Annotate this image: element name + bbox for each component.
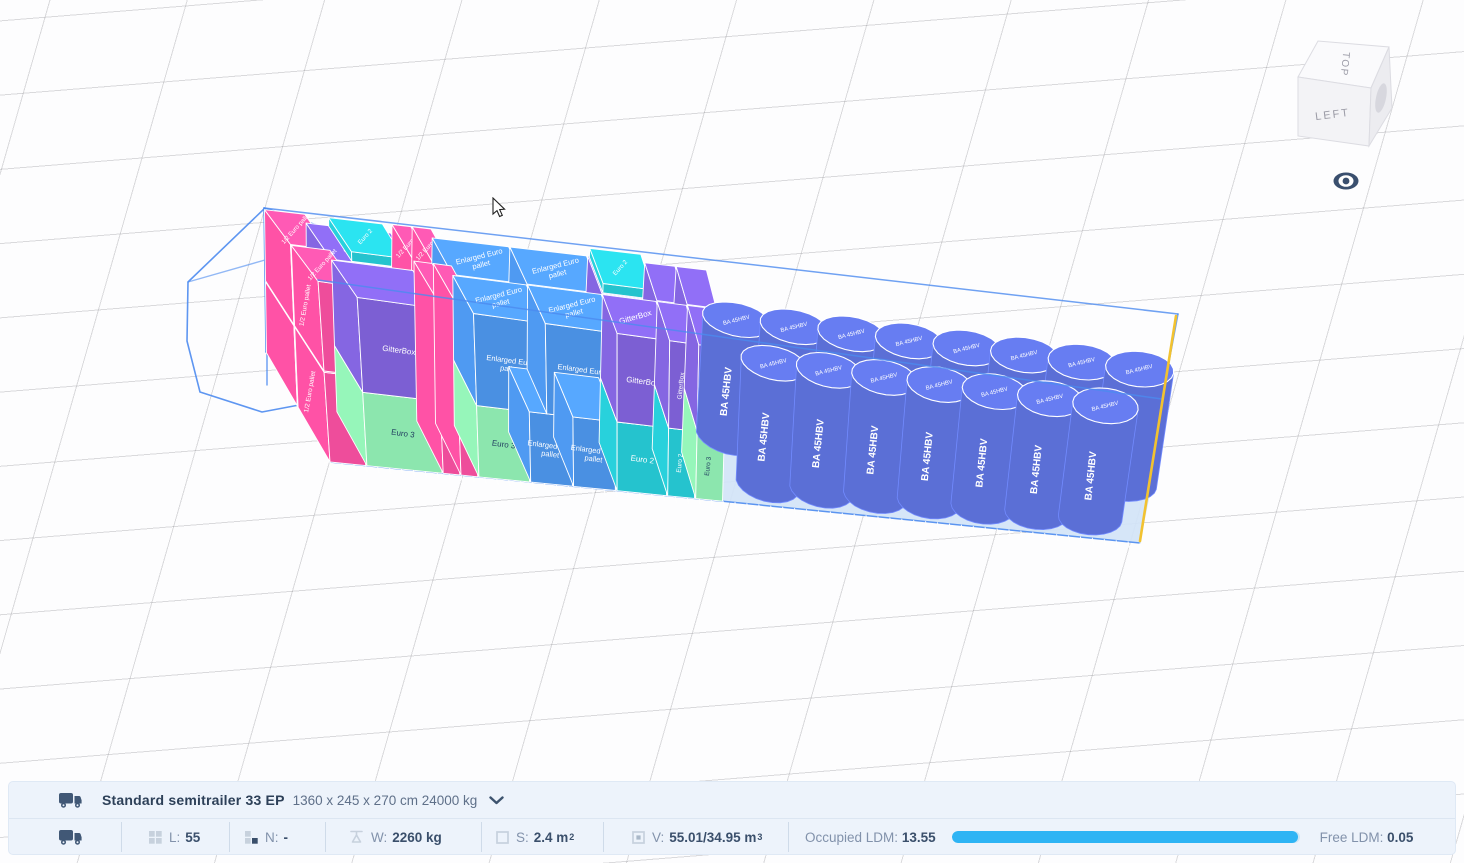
- stat-loads: L:55: [149, 830, 221, 845]
- vehicle-name: Standard semitrailer 33 EP: [102, 792, 285, 808]
- divider: [121, 822, 122, 852]
- stat-weight: W:2260 kg: [349, 830, 473, 845]
- ldm-progress-fill: [952, 831, 1299, 843]
- area-icon: [496, 831, 509, 844]
- divider: [229, 822, 230, 852]
- stat-stacks: N:-: [245, 830, 317, 845]
- mouse-cursor: [492, 197, 508, 224]
- ldm-progress-bar: [952, 831, 1300, 843]
- divider: [788, 822, 789, 852]
- truck-icon: [59, 828, 85, 846]
- volume-icon: [632, 831, 645, 844]
- load-planner-app: 1/2 Euro palletGitterBoxEuro 21/2 Euro p…: [0, 0, 1464, 863]
- vehicle-selector[interactable]: Standard semitrailer 33 EP 1360 x 245 x …: [9, 782, 1455, 819]
- vehicle-panel: Standard semitrailer 33 EP 1360 x 245 x …: [8, 781, 1456, 855]
- divider: [325, 822, 326, 852]
- scale-icon: [349, 830, 364, 844]
- stat-volume: V:55.01/34.95 m3: [632, 830, 780, 845]
- trailer-load-3d-scene[interactable]: 1/2 Euro palletGitterBoxEuro 21/2 Euro p…: [0, 0, 1464, 863]
- vehicle-specs: 1360 x 245 x 270 cm 24000 kg: [293, 793, 478, 808]
- eye-icon: [1332, 168, 1360, 194]
- stacked-boxes-icon: [245, 831, 258, 844]
- chevron-down-icon[interactable]: [489, 796, 504, 805]
- grid-icon: [149, 831, 162, 844]
- stat-area: S:2.4 m2: [496, 830, 595, 845]
- view-cube[interactable]: TOP LEFT: [1288, 36, 1400, 154]
- visibility-toggle-button[interactable]: [1332, 168, 1360, 194]
- divider: [481, 822, 482, 852]
- 3d-viewport[interactable]: 1/2 Euro palletGitterBoxEuro 21/2 Euro p…: [0, 0, 1464, 863]
- occupied-ldm: Occupied LDM: 13.55: [805, 830, 936, 845]
- truck-icon: [59, 791, 85, 809]
- stats-bar: L:55 N:- W:2260 kg S:2.: [9, 819, 1455, 855]
- divider: [603, 822, 604, 852]
- free-ldm: Free LDM: 0.05: [1320, 830, 1414, 845]
